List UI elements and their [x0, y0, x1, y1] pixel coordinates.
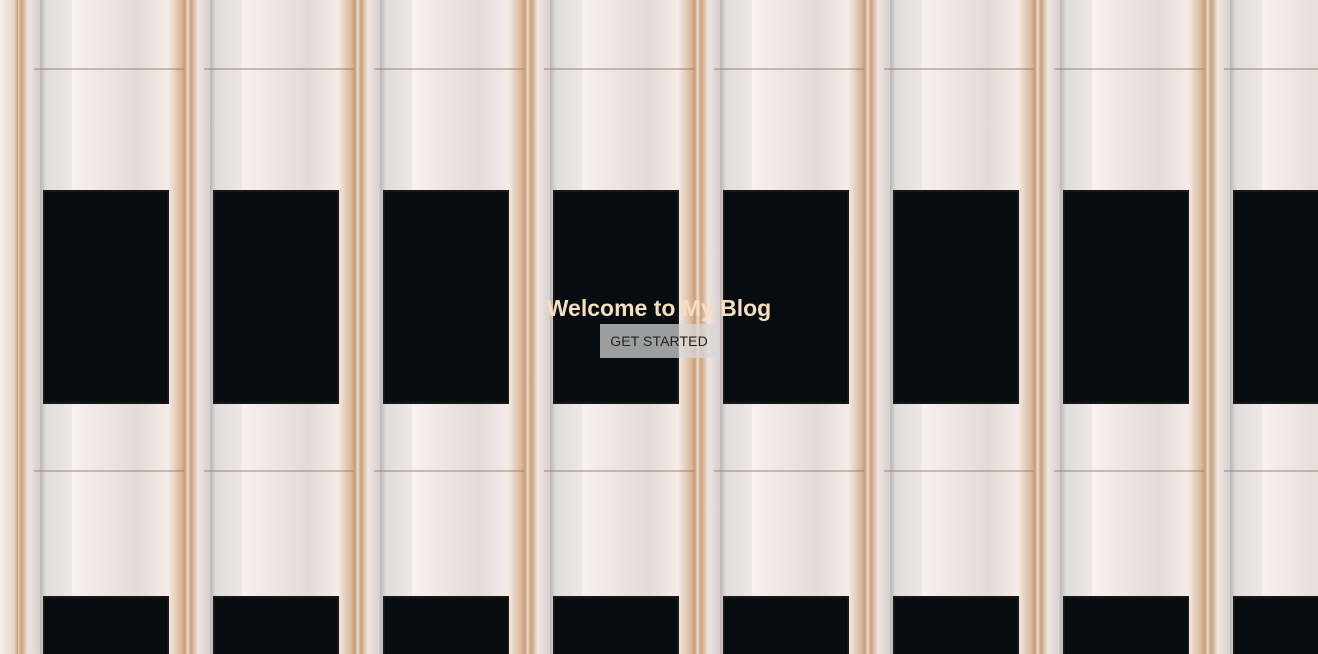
hero-overlay: Welcome to My Blog GET STARTED	[0, 0, 1318, 654]
get-started-button[interactable]: GET STARTED	[600, 324, 718, 358]
hero-title: Welcome to My Blog	[546, 295, 772, 321]
hero-section: Welcome to My Blog GET STARTED	[0, 0, 1318, 654]
